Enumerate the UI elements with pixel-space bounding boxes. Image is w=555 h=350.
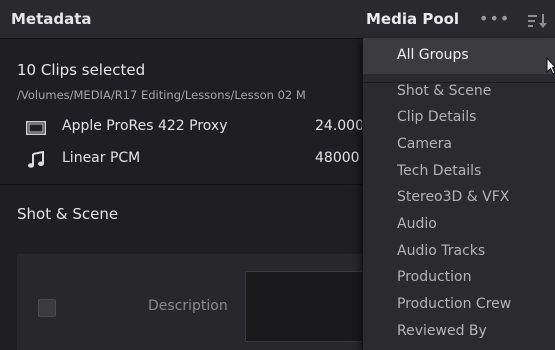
dropdown-item-production-crew[interactable]: Production Crew bbox=[397, 296, 511, 312]
clips-selected-text: 10 Clips selected bbox=[17, 61, 146, 79]
media-pool-dropdown-button[interactable]: Media Pool bbox=[366, 10, 459, 28]
dropdown-item-production[interactable]: Production bbox=[397, 269, 471, 285]
description-field[interactable] bbox=[245, 271, 376, 342]
sort-icon[interactable] bbox=[528, 13, 548, 29]
dropdown-item-clip-details[interactable]: Clip Details bbox=[397, 109, 476, 125]
audio-codec: Linear PCM bbox=[62, 150, 141, 166]
dropdown-item-all-groups-label[interactable]: All Groups bbox=[397, 47, 469, 63]
dropdown-item-shot-scene[interactable]: Shot & Scene bbox=[397, 83, 491, 99]
clip-path: /Volumes/MEDIA/R17 Editing/Lessons/Lesso… bbox=[17, 88, 306, 102]
dropdown-item-stereo3d-vfx[interactable]: Stereo3D & VFX bbox=[397, 189, 509, 205]
music-note-icon bbox=[28, 151, 44, 168]
section-title: Shot & Scene bbox=[17, 205, 119, 223]
description-label: Description bbox=[148, 298, 228, 314]
dropdown-item-audio-tracks[interactable]: Audio Tracks bbox=[397, 243, 485, 259]
film-strip-icon bbox=[26, 121, 46, 135]
dropdown-item-camera[interactable]: Camera bbox=[397, 136, 452, 152]
dropdown-item-tech-details[interactable]: Tech Details bbox=[397, 163, 481, 179]
metadata-header: Metadata Media Pool ••• bbox=[0, 0, 555, 39]
video-codec: Apple ProRes 422 Proxy bbox=[62, 118, 228, 134]
mouse-cursor-icon bbox=[546, 57, 555, 75]
divider bbox=[0, 184, 362, 185]
panel-title: Metadata bbox=[11, 10, 92, 28]
dropdown-item-audio[interactable]: Audio bbox=[397, 216, 437, 232]
metadata-group-dropdown: All Groups Shot & Scene Clip Details Cam… bbox=[362, 38, 555, 350]
options-menu-button[interactable]: ••• bbox=[479, 9, 510, 28]
description-checkbox[interactable] bbox=[38, 299, 56, 317]
dropdown-item-reviewed-by[interactable]: Reviewed By bbox=[397, 323, 487, 339]
